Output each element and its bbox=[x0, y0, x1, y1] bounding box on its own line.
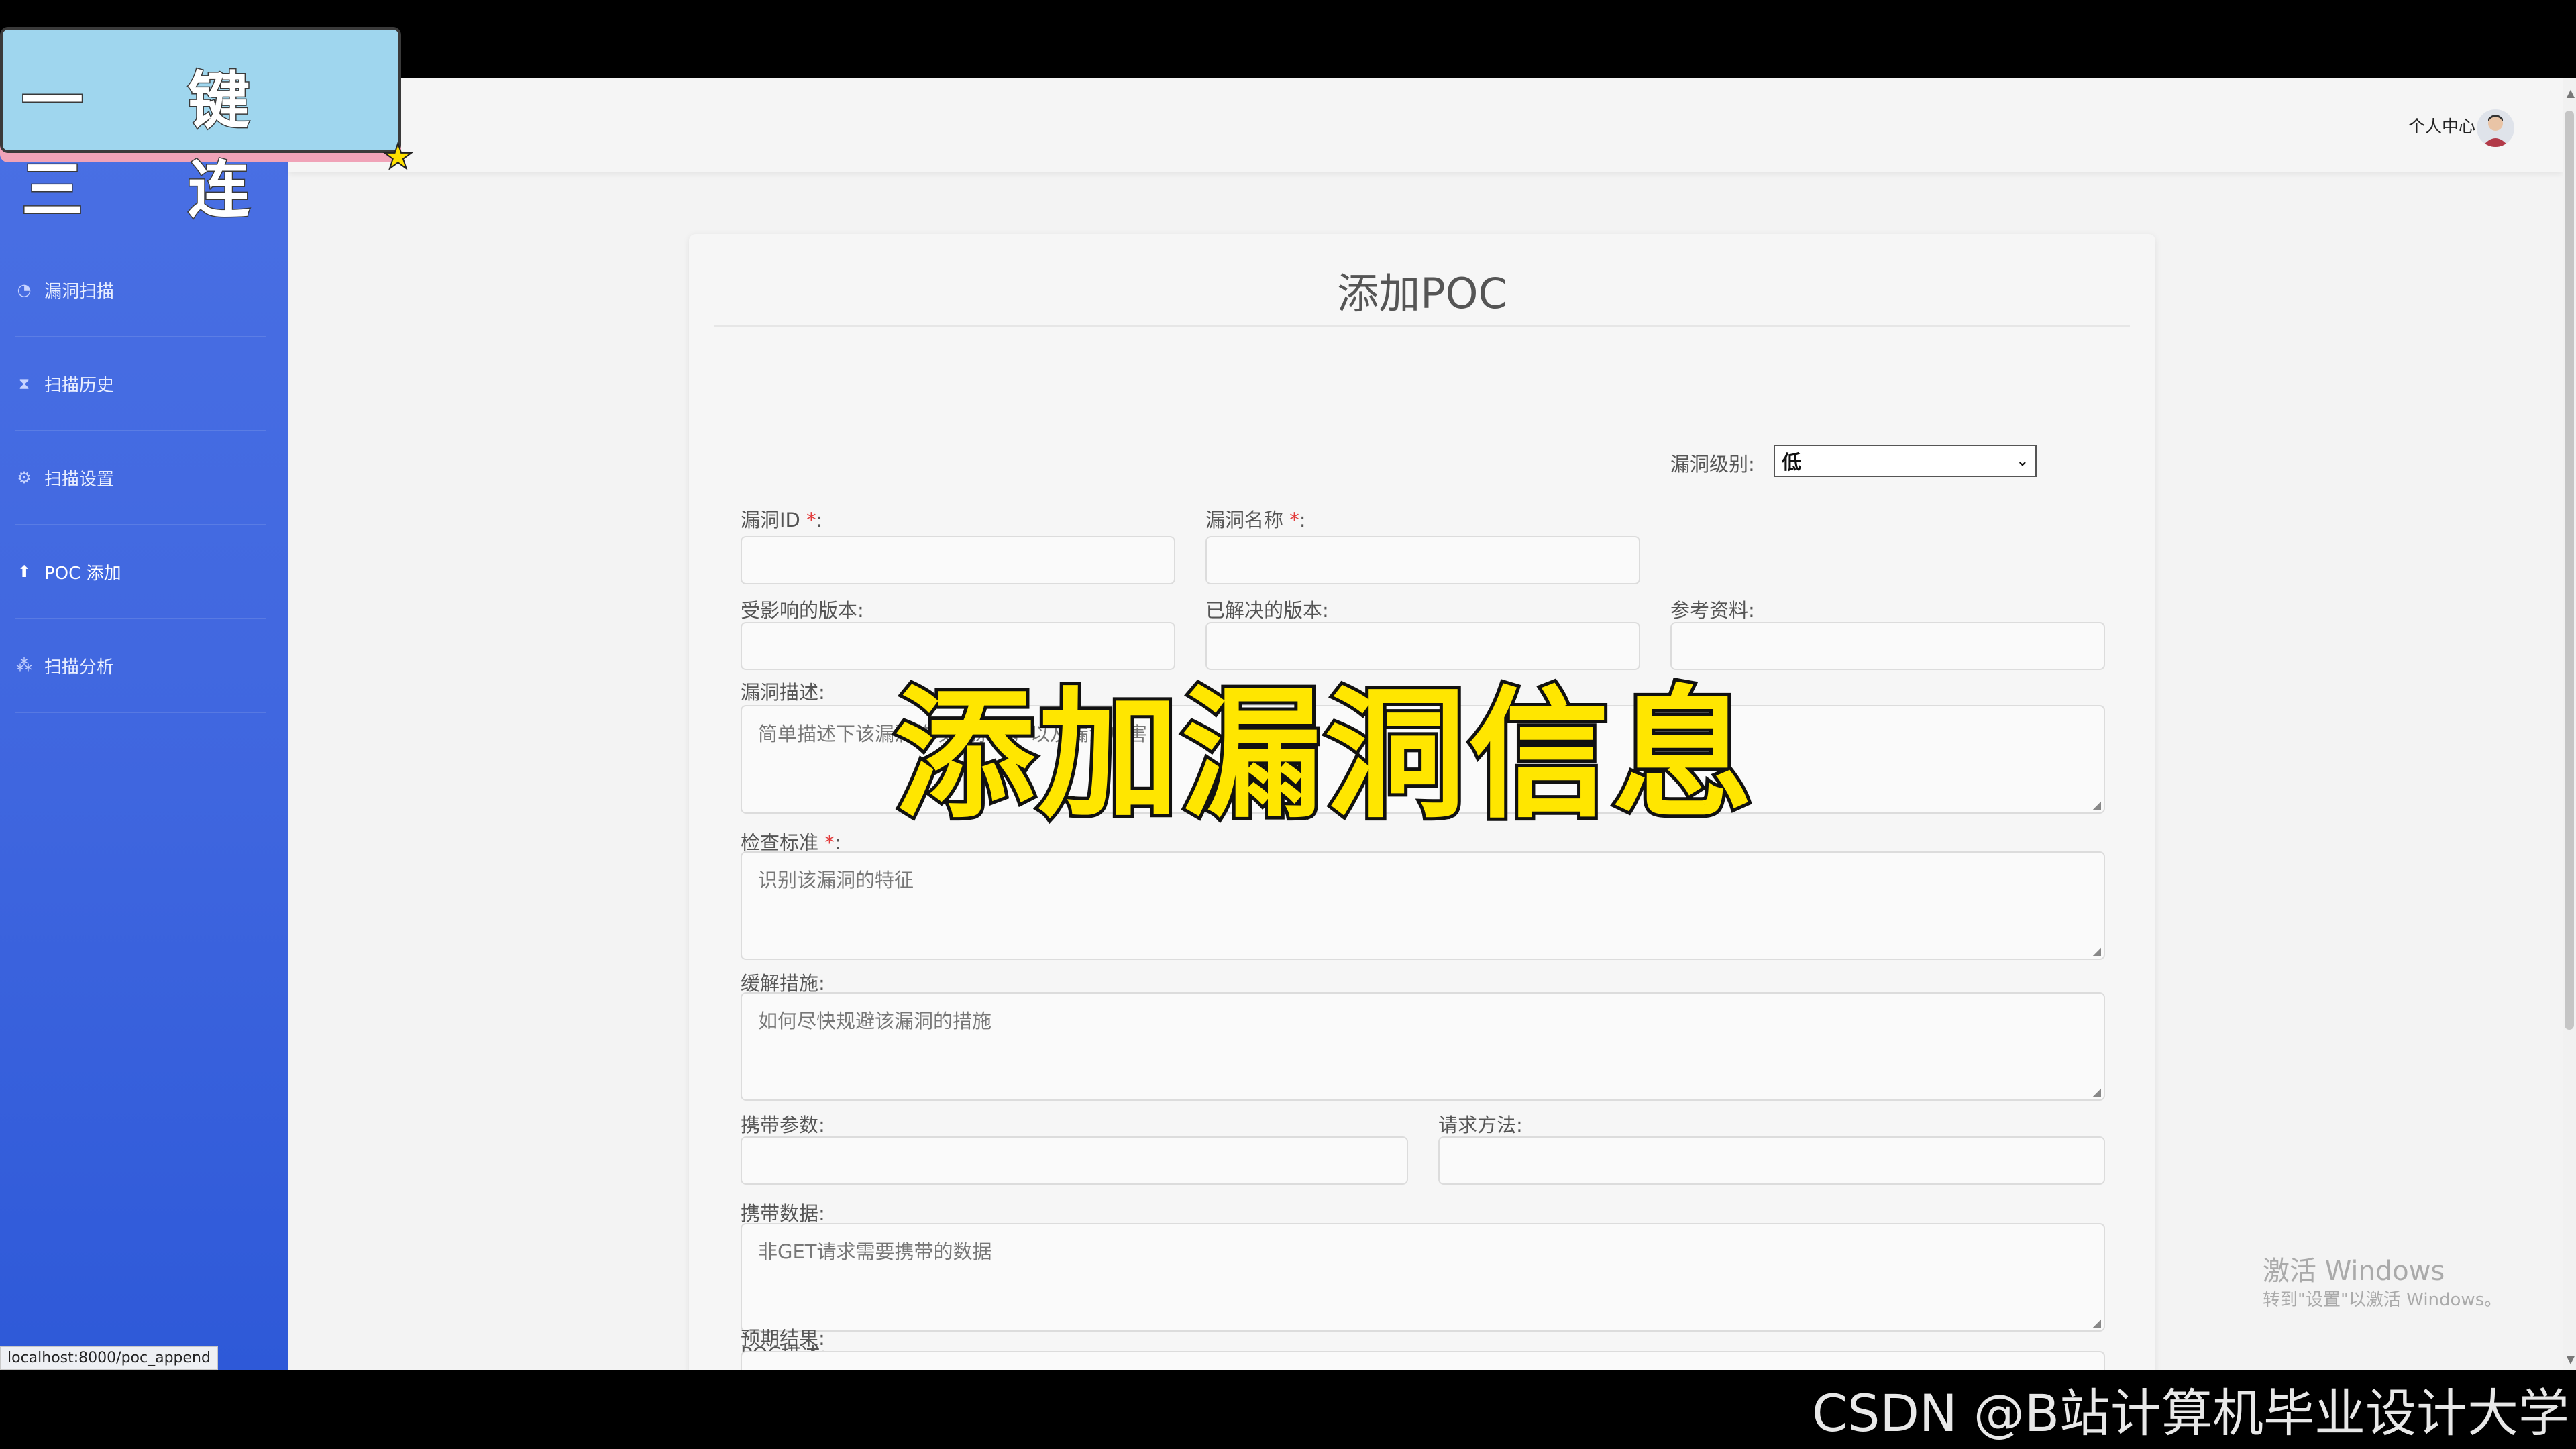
like-subscribe-badge: 一 键 三 连 ★ bbox=[0, 27, 415, 227]
resize-grip-icon[interactable]: ◢ bbox=[2093, 798, 2101, 811]
affected-version-label: 受影响的版本: bbox=[741, 599, 864, 622]
vuln-name-label: 漏洞名称 *: bbox=[1205, 508, 1306, 531]
avatar[interactable] bbox=[2477, 109, 2514, 147]
sidebar-item-scan-history[interactable]: ⧗ 扫描历史 bbox=[15, 337, 266, 431]
description-label: 漏洞描述: bbox=[741, 681, 825, 704]
badge-text: 一 键 三 连 bbox=[21, 64, 292, 227]
expected-textarea[interactable] bbox=[741, 1351, 2105, 1370]
scrollbar[interactable]: ▲ ▼ bbox=[2563, 78, 2576, 1370]
chart-icon: ⁂ bbox=[16, 656, 32, 675]
sidebar-item-poc-add[interactable]: ⬆ POC 添加 bbox=[15, 525, 266, 619]
vuln-id-label: 漏洞ID *: bbox=[741, 508, 823, 531]
method-input[interactable] bbox=[1438, 1136, 2105, 1185]
resize-grip-icon[interactable]: ◢ bbox=[2093, 1316, 2101, 1329]
sidebar-item-label: POC 添加 bbox=[44, 563, 121, 584]
divider bbox=[714, 325, 2130, 327]
sidebar-item-scan-analysis[interactable]: ⁂ 扫描分析 bbox=[15, 619, 266, 713]
upload-icon: ⬆ bbox=[17, 562, 32, 581]
vuln-level-label: 漏洞级别: bbox=[1670, 453, 1755, 476]
sidebar-item-label: 扫描分析 bbox=[44, 657, 115, 678]
sidebar-item-label: 扫描设置 bbox=[44, 469, 115, 490]
check-standard-textarea[interactable]: 识别该漏洞的特征 ◢ bbox=[741, 851, 2105, 960]
video-caption: 添加漏洞信息 bbox=[891, 669, 1756, 841]
sidebar: ◔ 漏洞扫描 ⧗ 扫描历史 ⚙ 扫描设置 ⬆ POC 添加 ⁂ 扫描分析 bbox=[0, 78, 288, 1370]
windows-activation-title: 激活 Windows bbox=[2263, 1256, 2445, 1287]
status-url: localhost:8000/poc_append bbox=[0, 1346, 218, 1370]
mitigation-textarea[interactable]: 如何尽快规避该漏洞的措施 ◢ bbox=[741, 992, 2105, 1101]
windows-activation-hint: 转到"设置"以激活 Windows。 bbox=[2263, 1290, 2502, 1310]
vuln-id-input[interactable] bbox=[741, 536, 1175, 584]
body-data-textarea[interactable]: 非GET请求需要携带的数据 ◢ bbox=[741, 1223, 2105, 1332]
dashboard-icon: ◔ bbox=[17, 280, 32, 299]
sidebar-item-vuln-scan[interactable]: ◔ 漏洞扫描 bbox=[15, 244, 266, 337]
scroll-up-icon[interactable]: ▲ bbox=[2567, 87, 2575, 99]
body-data-label: 携带数据: bbox=[741, 1202, 825, 1225]
chevron-down-icon: ⌄ bbox=[2016, 452, 2029, 470]
scroll-thumb[interactable] bbox=[2565, 111, 2574, 1030]
resize-grip-icon[interactable]: ◢ bbox=[2093, 1085, 2101, 1098]
method-label: 请求方法: bbox=[1438, 1114, 1523, 1136]
fixed-version-label: 已解决的版本: bbox=[1205, 599, 1329, 622]
vuln-name-input[interactable] bbox=[1205, 536, 1640, 584]
star-icon: ★ bbox=[382, 136, 415, 178]
gear-icon: ⚙ bbox=[17, 468, 32, 487]
top-header: 个人中心 bbox=[288, 78, 2563, 172]
csdn-watermark: CSDN @B站计算机毕业设计大学 bbox=[1812, 1383, 2569, 1443]
user-avatar-icon bbox=[2482, 115, 2509, 147]
page-title: 添加POC bbox=[1337, 269, 1507, 318]
expected-label: 预期结果: bbox=[741, 1327, 825, 1350]
sidebar-item-scan-settings[interactable]: ⚙ 扫描设置 bbox=[15, 431, 266, 525]
vuln-level-select[interactable]: 低 ⌄ bbox=[1774, 445, 2037, 477]
resize-grip-icon[interactable]: ◢ bbox=[2093, 945, 2101, 957]
user-center-link[interactable]: 个人中心 bbox=[2408, 113, 2475, 138]
sidebar-item-label: 漏洞扫描 bbox=[44, 281, 115, 302]
references-label: 参考资料: bbox=[1670, 599, 1755, 622]
hourglass-icon: ⧗ bbox=[18, 374, 30, 393]
params-label: 携带参数: bbox=[741, 1114, 825, 1136]
sidebar-item-label: 扫描历史 bbox=[44, 375, 115, 396]
params-input[interactable] bbox=[741, 1136, 1408, 1185]
scroll-down-icon[interactable]: ▼ bbox=[2567, 1353, 2575, 1366]
